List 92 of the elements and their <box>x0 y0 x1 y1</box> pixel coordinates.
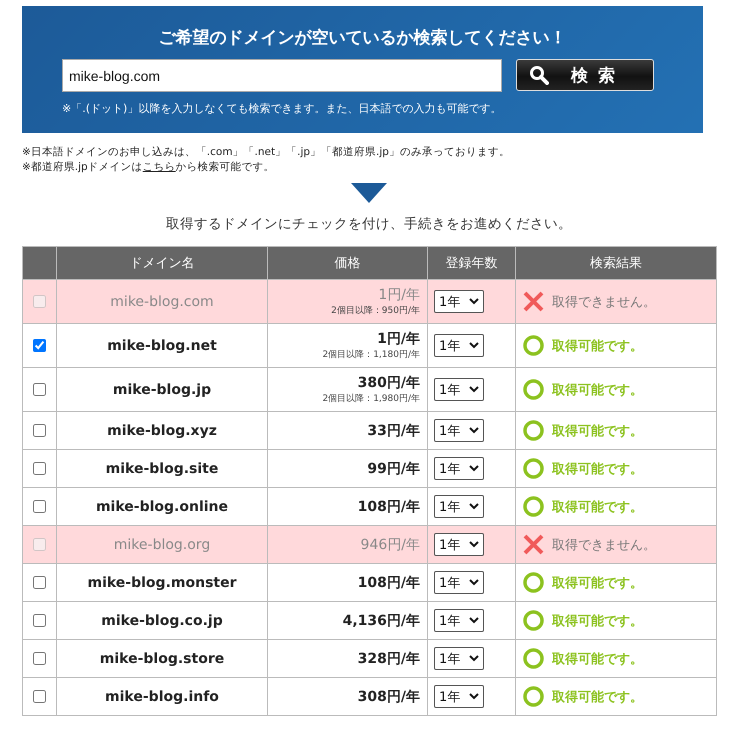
price-text: 1円/年 <box>377 330 420 348</box>
chevron-down-icon <box>469 298 479 305</box>
search-hint: ※「.(ドット)」以降を入力しなくても検索できます。また、日本語での入力も可能です。 <box>62 101 502 116</box>
column-header: ドメイン名 <box>56 246 268 280</box>
price-text: 946円/年 <box>360 536 420 554</box>
price-text: 33円/年 <box>367 422 420 440</box>
circle-icon <box>523 335 544 356</box>
years-select[interactable]: 1年 <box>434 334 484 357</box>
domain-checkbox[interactable] <box>33 614 46 627</box>
result-text: 取得可能です。 <box>552 612 643 630</box>
result-text: 取得可能です。 <box>552 382 643 398</box>
domain-name: mike-blog.net <box>106 338 218 354</box>
cross-icon <box>523 534 544 555</box>
circle-icon <box>523 458 544 479</box>
column-header: 価格 <box>268 246 428 280</box>
price-text: 99円/年 <box>367 460 420 478</box>
result-text: 取得できません。 <box>552 536 656 554</box>
domain-checkbox[interactable] <box>33 424 46 437</box>
circle-icon <box>523 572 544 593</box>
circle-icon <box>523 379 544 400</box>
price-text: 108円/年 <box>358 498 420 516</box>
domain-name: mike-blog.jp <box>112 382 212 398</box>
price-text: 4,136円/年 <box>342 612 420 630</box>
domain-search-field[interactable]: mike-blog.com <box>62 59 502 92</box>
price-text: 308円/年 <box>358 688 420 706</box>
domain-name: mike-blog.com <box>109 294 215 310</box>
domain-checkbox[interactable] <box>33 462 46 475</box>
years-select[interactable]: 1年 <box>434 419 484 442</box>
years-select[interactable]: 1年 <box>434 685 484 708</box>
domain-checkbox[interactable] <box>33 652 46 665</box>
search-icon <box>529 65 549 85</box>
domain-checkbox[interactable] <box>33 576 46 589</box>
result-text: 取得可能です。 <box>552 498 643 516</box>
cross-icon <box>523 291 544 312</box>
years-select[interactable]: 1年 <box>434 495 484 518</box>
price-note: 2個目以降：1,980円/年 <box>322 392 420 405</box>
here-link[interactable]: こちら <box>142 161 176 173</box>
chevron-down-icon <box>469 386 479 393</box>
chevron-down-icon <box>469 617 479 624</box>
domain-checkbox[interactable] <box>33 383 46 396</box>
price-text: 328円/年 <box>358 650 420 668</box>
domain-name: mike-blog.monster <box>86 574 238 590</box>
years-select[interactable]: 1年 <box>434 378 484 401</box>
domain-name: mike-blog.co.jp <box>100 612 224 628</box>
chevron-down-icon <box>469 427 479 434</box>
column-header: 登録年数 <box>428 246 516 280</box>
result-text: 取得可能です。 <box>552 650 643 668</box>
price-note: 2個目以降：950円/年 <box>331 304 420 317</box>
result-text: 取得可能です。 <box>552 460 643 478</box>
instruction-text: 取得するドメインにチェックを付け、手続きをお進めください。 <box>165 215 573 233</box>
domain-checkbox[interactable] <box>33 339 46 352</box>
price-text: 380円/年 <box>358 374 420 392</box>
column-header: 検索結果 <box>516 246 716 280</box>
result-text: 取得できません。 <box>552 294 656 310</box>
domain-name: mike-blog.info <box>104 688 220 704</box>
search-button[interactable]: 検 索 <box>516 59 654 91</box>
domain-checkbox[interactable] <box>33 690 46 703</box>
circle-icon <box>523 610 544 631</box>
domain-name: mike-blog.site <box>104 460 220 476</box>
years-select[interactable]: 1年 <box>434 571 484 594</box>
domain-name: mike-blog.store <box>98 650 226 666</box>
price-note: 2個目以降：1,180円/年 <box>322 348 420 361</box>
circle-icon <box>523 686 544 707</box>
domain-name: mike-blog.xyz <box>106 422 218 438</box>
years-select[interactable]: 1年 <box>434 290 484 313</box>
result-text: 取得可能です。 <box>552 338 643 354</box>
banner-title: ご希望のドメインが空いているか検索してください！ <box>158 27 568 49</box>
chevron-down-icon <box>469 465 479 472</box>
down-arrow-icon <box>351 183 387 203</box>
chevron-down-icon <box>469 579 479 586</box>
chevron-down-icon <box>469 693 479 700</box>
circle-icon <box>523 496 544 517</box>
chevron-down-icon <box>469 342 479 349</box>
price-text: 108円/年 <box>358 574 420 592</box>
domain-name: mike-blog.org <box>112 536 212 552</box>
circle-icon <box>523 648 544 669</box>
domain-checkbox[interactable] <box>33 500 46 513</box>
years-select[interactable]: 1年 <box>434 533 484 556</box>
note-text: ※都道府県.jpドメインは こちらから検索可能です。 <box>22 160 276 175</box>
years-select[interactable]: 1年 <box>434 457 484 480</box>
chevron-down-icon <box>469 541 479 548</box>
domain-name: mike-blog.online <box>94 498 230 514</box>
note-text: ※日本語ドメインのお申し込みは、「.com」「.net」「.jp」「都道府県.jp」のみ承っております。 <box>22 145 511 160</box>
result-text: 取得可能です。 <box>552 688 643 706</box>
result-text: 取得可能です。 <box>552 574 643 592</box>
result-text: 取得可能です。 <box>552 422 643 440</box>
years-select[interactable]: 1年 <box>434 609 484 632</box>
price-text: 1円/年 <box>378 286 420 304</box>
years-select[interactable]: 1年 <box>434 647 484 670</box>
chevron-down-icon <box>469 655 479 662</box>
circle-icon <box>523 420 544 441</box>
chevron-down-icon <box>469 503 479 510</box>
